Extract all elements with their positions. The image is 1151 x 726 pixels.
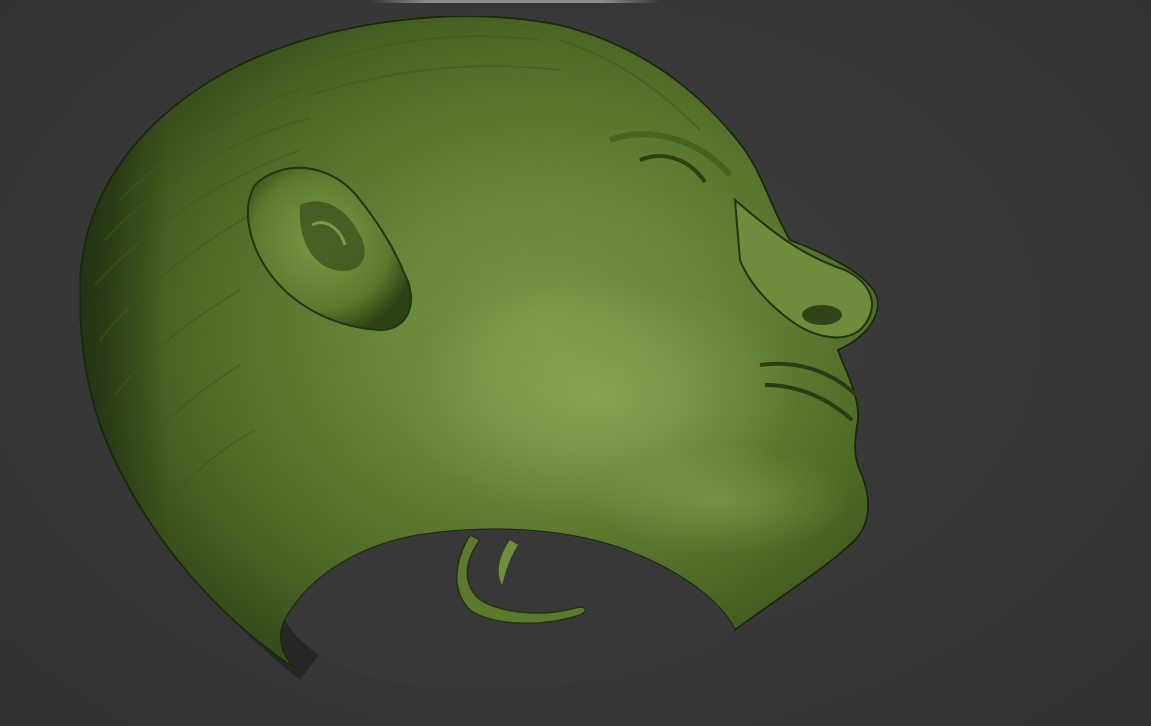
3d-viewport[interactable]	[0, 0, 1151, 726]
head-model[interactable]	[0, 0, 1151, 726]
jaw-highlight	[590, 445, 850, 555]
